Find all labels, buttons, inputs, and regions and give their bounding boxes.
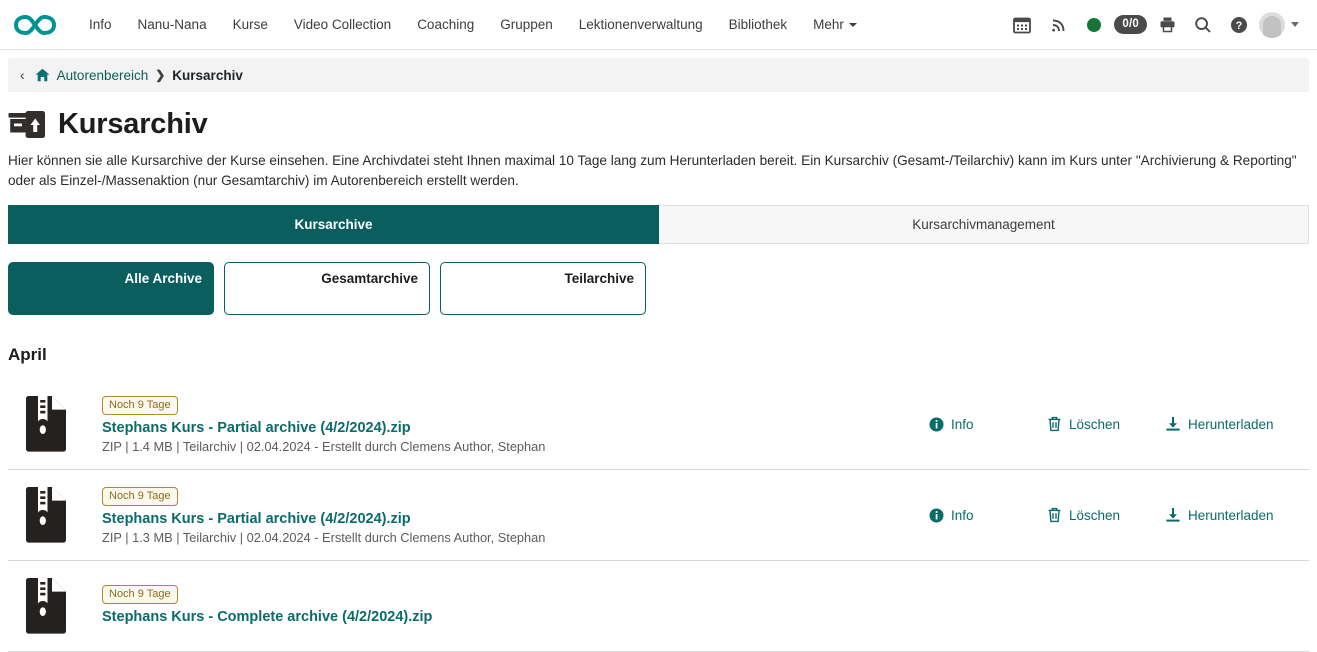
archive-row[interactable]: Noch 9 Tage Stephans Kurs - Partial arch… — [8, 379, 1309, 470]
top-navbar: Info Nanu-Nana Kurse Video Collection Co… — [0, 0, 1317, 50]
archive-info: Noch 9 Tage Stephans Kurs - Complete arc… — [82, 584, 1297, 628]
zip-file-icon — [8, 577, 82, 635]
archive-meta: ZIP | 1.4 MB | Teilarchiv | 02.04.2024 -… — [102, 439, 929, 454]
zip-file-icon — [8, 395, 82, 453]
rss-feed-icon[interactable] — [1042, 9, 1074, 41]
breadcrumb: ‹ Autorenbereich ❯ Kursarchiv — [8, 58, 1309, 92]
status-online-dot[interactable] — [1078, 9, 1110, 41]
svg-text:?: ? — [1236, 20, 1243, 32]
nav-link-info[interactable]: Info — [76, 12, 125, 38]
breadcrumb-link-autorenbereich[interactable]: Autorenbereich — [57, 68, 149, 83]
archive-name-link[interactable]: Stephans Kurs - Complete archive (4/2/20… — [102, 609, 1297, 625]
delete-label: Löschen — [1069, 508, 1120, 523]
delete-label: Löschen — [1069, 417, 1120, 432]
info-circle-icon — [929, 508, 944, 523]
tab-kursarchivmanagement[interactable]: Kursarchivmanagement — [659, 205, 1309, 244]
nav-link-coaching[interactable]: Coaching — [404, 12, 487, 38]
archive-meta: ZIP | 1.3 MB | Teilarchiv | 02.04.2024 -… — [102, 530, 929, 545]
archive-actions: Info Löschen Herunterlad — [929, 416, 1309, 432]
page-title: Kursarchiv — [58, 108, 208, 141]
info-label: Info — [951, 417, 974, 432]
info-button[interactable]: Info — [929, 417, 1047, 432]
month-heading: April — [8, 345, 1309, 365]
chevron-left-icon[interactable]: ‹ — [20, 68, 25, 82]
archive-info: Noch 9 Tage Stephans Kurs - Partial arch… — [82, 395, 929, 454]
help-icon[interactable]: ? — [1223, 9, 1255, 41]
filter-alle-archive[interactable]: Alle Archive — [8, 262, 214, 315]
info-label: Info — [951, 508, 974, 523]
filter-teilarchive[interactable]: Teilarchive — [440, 262, 646, 315]
expiry-badge: Noch 9 Tage — [102, 487, 178, 506]
nav-link-mehr[interactable]: Mehr — [800, 12, 870, 38]
archive-row[interactable]: Noch 9 Tage Stephans Kurs - Partial arch… — [8, 470, 1309, 561]
tab-kursarchive[interactable]: Kursarchive — [8, 205, 659, 244]
nav-link-bibliothek[interactable]: Bibliothek — [716, 12, 801, 38]
breadcrumb-current: Kursarchiv — [172, 68, 243, 83]
download-button[interactable]: Herunterladen — [1165, 507, 1297, 523]
page-description: Hier können sie alle Kursarchive der Kur… — [8, 151, 1298, 191]
nav-link-lektionenverwaltung[interactable]: Lektionenverwaltung — [566, 12, 716, 38]
expiry-badge: Noch 9 Tage — [102, 396, 178, 415]
page-content: Kursarchiv Hier können sie alle Kursarch… — [0, 108, 1317, 652]
navbar-actions: 0/0 ? — [1006, 9, 1303, 41]
archive-actions: Info Löschen Herunterlad — [929, 507, 1309, 523]
archive-upload-icon — [8, 109, 46, 141]
page-header: Kursarchiv — [8, 108, 1309, 141]
filter-gesamtarchive[interactable]: Gesamtarchive — [224, 262, 430, 315]
zip-file-icon — [8, 486, 82, 544]
info-circle-icon — [929, 417, 944, 432]
chevron-down-icon — [1291, 22, 1299, 27]
chevron-down-icon — [849, 23, 857, 27]
avatar[interactable] — [1259, 9, 1299, 41]
calendar-icon[interactable] — [1006, 9, 1038, 41]
archive-row[interactable]: Noch 9 Tage Stephans Kurs - Complete arc… — [8, 561, 1309, 652]
tab-bar: Kursarchive Kursarchivmanagement — [8, 205, 1309, 244]
message-count-badge[interactable]: 0/0 — [1114, 9, 1147, 41]
download-button[interactable]: Herunterladen — [1165, 416, 1297, 432]
info-button[interactable]: Info — [929, 508, 1047, 523]
archive-info: Noch 9 Tage Stephans Kurs - Partial arch… — [82, 486, 929, 545]
download-label: Herunterladen — [1188, 508, 1274, 523]
infinity-logo[interactable] — [14, 10, 60, 40]
delete-button[interactable]: Löschen — [1047, 507, 1165, 523]
delete-button[interactable]: Löschen — [1047, 416, 1165, 432]
download-icon — [1165, 507, 1181, 523]
nav-link-kurse[interactable]: Kurse — [220, 12, 281, 38]
trash-icon — [1047, 507, 1062, 523]
expiry-badge: Noch 9 Tage — [102, 585, 178, 604]
archive-name-link[interactable]: Stephans Kurs - Partial archive (4/2/202… — [102, 420, 929, 436]
search-icon[interactable] — [1187, 9, 1219, 41]
trash-icon — [1047, 416, 1062, 432]
breadcrumb-separator: ❯ — [155, 68, 165, 82]
nav-link-gruppen[interactable]: Gruppen — [487, 12, 566, 38]
home-icon[interactable] — [35, 68, 50, 82]
main-nav: Info Nanu-Nana Kurse Video Collection Co… — [76, 12, 870, 38]
nav-link-nanu-nana[interactable]: Nanu-Nana — [125, 12, 220, 38]
archive-name-link[interactable]: Stephans Kurs - Partial archive (4/2/202… — [102, 511, 929, 527]
nav-link-video-collection[interactable]: Video Collection — [281, 12, 404, 38]
download-icon — [1165, 416, 1181, 432]
archive-filter-group: Alle Archive Gesamtarchive Teilarchive — [8, 262, 1309, 315]
printer-icon[interactable] — [1151, 9, 1183, 41]
download-label: Herunterladen — [1188, 417, 1274, 432]
